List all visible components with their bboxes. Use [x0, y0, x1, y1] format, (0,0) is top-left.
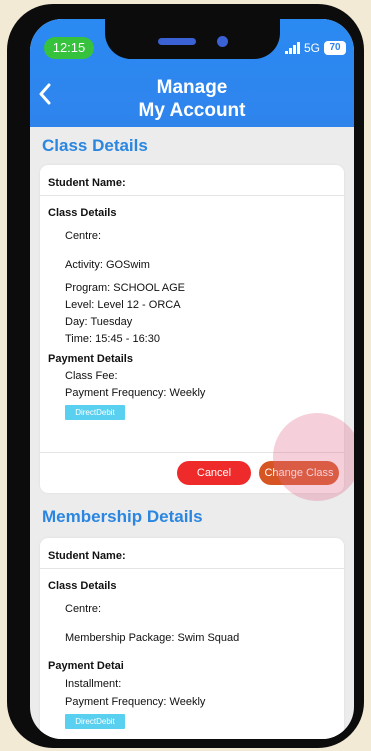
activity-value: Activity: GOSwim	[65, 259, 150, 271]
installment-value: Installment:	[65, 678, 122, 690]
cancel-button[interactable]: Cancel	[177, 461, 251, 485]
day-value: Day: Tuesday	[65, 316, 133, 328]
membership-package-value: Membership Package: Swim Squad	[65, 632, 240, 644]
page-title-line1: Manage	[156, 77, 228, 98]
status-time: 12:15	[44, 37, 94, 59]
phone-screen: 12:15 5G 70 Manage My Account Class Deta…	[30, 19, 354, 739]
divider	[40, 568, 344, 569]
student-name-label: Student Name:	[48, 177, 126, 189]
camera-notch	[105, 19, 280, 59]
payment-details-heading: Payment Details	[48, 353, 133, 365]
page-title: Manage My Account	[30, 76, 354, 122]
signal-icon	[284, 42, 300, 54]
divider	[40, 195, 344, 196]
level-value: Level: Level 12 - ORCA	[65, 299, 181, 311]
membership-details-section-title: Membership Details	[42, 507, 203, 526]
class-details-heading: Class Details	[48, 207, 117, 219]
phone-frame: 12:15 5G 70 Manage My Account Class Deta…	[7, 4, 364, 748]
camera-icon	[217, 36, 228, 47]
class-details-section-title: Class Details	[42, 136, 148, 155]
centre-value: Centre:	[65, 603, 102, 615]
payment-method-badge: DirectDebit	[65, 714, 125, 729]
battery-icon: 70	[324, 41, 346, 55]
program-value: Program: SCHOOL AGE	[65, 282, 186, 294]
touch-indicator	[273, 413, 354, 501]
student-name-label: Student Name:	[48, 550, 126, 562]
payment-method-badge: DirectDebit	[65, 405, 125, 420]
class-details-heading: Class Details	[48, 580, 117, 592]
centre-value: Centre:	[65, 230, 102, 242]
status-indicators: 5G 70	[284, 39, 346, 57]
class-fee-value: Class Fee:	[65, 370, 118, 382]
time-value: Time: 15:45 - 16:30	[65, 333, 160, 345]
network-type: 5G	[303, 41, 320, 55]
membership-details-card: Student Name: Class Details Centre: Memb…	[40, 538, 344, 739]
speaker-icon	[158, 38, 196, 45]
page-title-line2: My Account	[138, 100, 246, 121]
payment-frequency-value: Payment Frequency: Weekly	[65, 696, 206, 708]
app-header: 12:15 5G 70 Manage My Account	[30, 19, 354, 127]
payment-details-heading: Payment Detai	[48, 660, 124, 672]
payment-frequency-value: Payment Frequency: Weekly	[65, 387, 206, 399]
